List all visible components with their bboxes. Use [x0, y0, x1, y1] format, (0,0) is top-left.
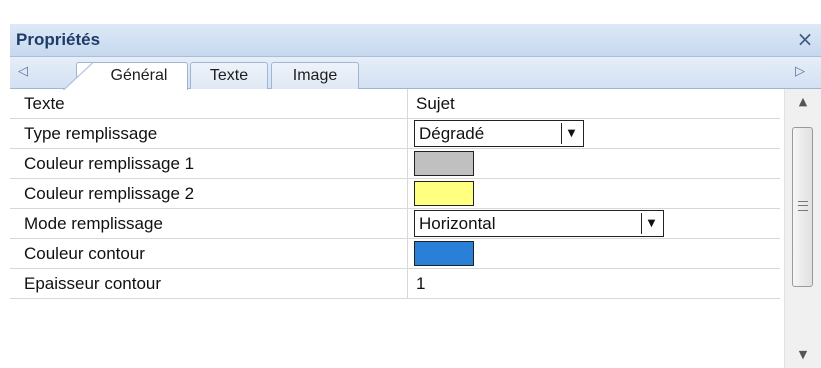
property-value-cell	[408, 239, 780, 268]
property-name: Couleur contour	[10, 239, 408, 268]
scroll-up-icon[interactable]: ▲	[785, 89, 821, 115]
property-value-cell	[408, 149, 780, 178]
grip-icon	[798, 201, 808, 211]
property-value-cell: Dégradé ▼	[408, 119, 780, 148]
panel-title: Propriétés	[16, 30, 101, 49]
property-row-texte: Texte Sujet	[10, 89, 780, 119]
tab-bar: ◁ Général Texte Image ▷	[10, 57, 821, 90]
panel-titlebar: Propriétés ×	[10, 24, 821, 57]
property-value-texte[interactable]: Sujet	[408, 89, 780, 118]
property-value-cell: Horizontal ▼	[408, 209, 780, 238]
property-row-couleur-remplissage-1: Couleur remplissage 1	[10, 149, 780, 179]
tab-general[interactable]: Général	[63, 62, 188, 90]
chevron-down-icon[interactable]: ▼	[561, 123, 581, 144]
vertical-scrollbar[interactable]: ▲ ▼	[784, 89, 821, 368]
color-swatch-contour[interactable]	[414, 241, 474, 266]
scroll-down-icon[interactable]: ▼	[785, 342, 821, 368]
property-row-couleur-remplissage-2: Couleur remplissage 2	[10, 179, 780, 209]
property-row-type-remplissage: Type remplissage Dégradé ▼	[10, 119, 780, 149]
property-row-couleur-contour: Couleur contour	[10, 239, 780, 269]
property-value-epaisseur[interactable]: 1	[408, 269, 780, 298]
tab-image[interactable]: Image	[271, 62, 359, 89]
close-icon[interactable]: ×	[795, 28, 815, 50]
property-name: Texte	[10, 89, 408, 118]
property-row-epaisseur-contour: Epaisseur contour 1	[10, 269, 780, 299]
color-swatch-remplissage-1[interactable]	[414, 151, 474, 176]
tab-scroll-right-icon[interactable]: ▷	[793, 63, 807, 81]
property-grid: Texte Sujet Type remplissage Dégradé ▼ C…	[10, 89, 780, 299]
mode-remplissage-select[interactable]: Horizontal ▼	[414, 210, 664, 237]
property-row-mode-remplissage: Mode remplissage Horizontal ▼	[10, 209, 780, 239]
property-name: Epaisseur contour	[10, 269, 408, 298]
property-name: Mode remplissage	[10, 209, 408, 238]
scroll-thumb[interactable]	[792, 127, 813, 287]
chevron-down-icon[interactable]: ▼	[641, 213, 661, 234]
property-name: Couleur remplissage 2	[10, 179, 408, 208]
property-name: Couleur remplissage 1	[10, 149, 408, 178]
type-remplissage-select[interactable]: Dégradé ▼	[414, 120, 584, 147]
property-name: Type remplissage	[10, 119, 408, 148]
properties-panel: Propriétés × ◁ Général Texte Image ▷ Tex…	[10, 24, 821, 368]
color-swatch-remplissage-2[interactable]	[414, 181, 474, 206]
tab-texte[interactable]: Texte	[190, 62, 268, 89]
property-value-cell	[408, 179, 780, 208]
select-value: Dégradé	[419, 124, 485, 143]
select-value: Horizontal	[419, 214, 496, 233]
tab-scroll-left-icon[interactable]: ◁	[16, 63, 30, 81]
